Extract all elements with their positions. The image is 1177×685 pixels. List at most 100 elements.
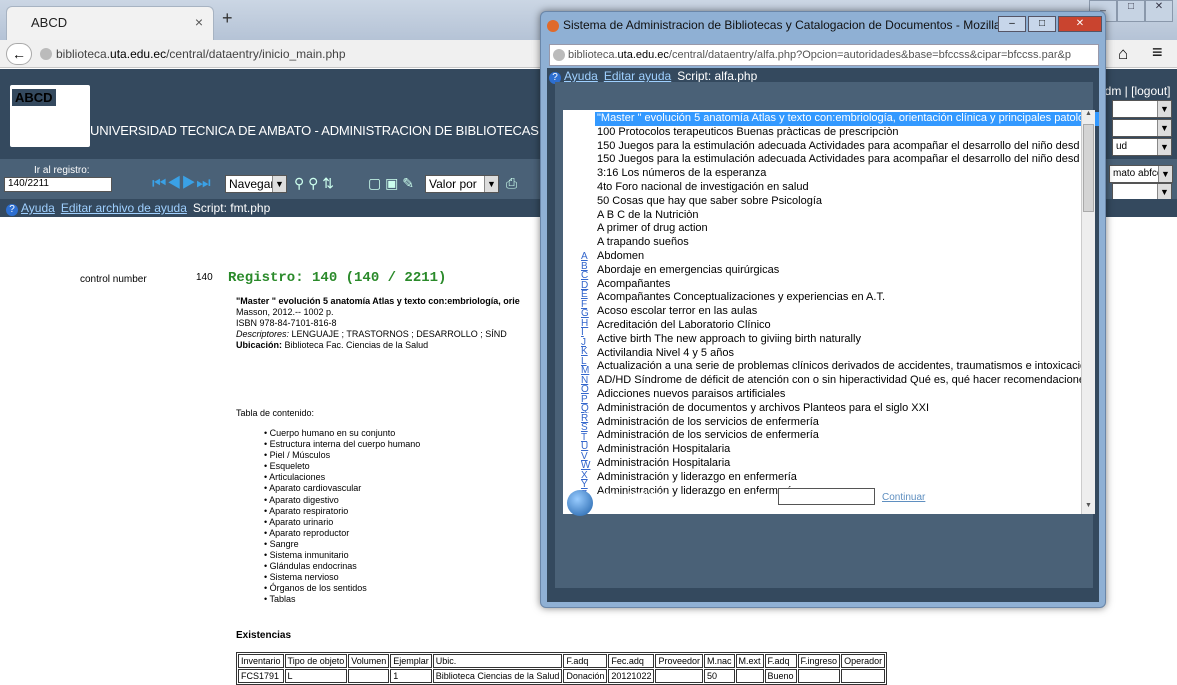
holdings-heading: Existencias xyxy=(236,630,292,641)
globe-icon xyxy=(40,48,52,60)
select-1[interactable]: ▼ xyxy=(1112,100,1172,118)
list-item[interactable]: 150 Juegos para la estimulación adecuada… xyxy=(595,153,1099,167)
browser-tab[interactable]: ABCD × xyxy=(6,6,214,40)
abcd-logo: ABCD xyxy=(10,85,90,147)
list-item[interactable]: 3:16 Los números de la esperanza xyxy=(595,167,1099,181)
list-item[interactable]: 150 Juegos para la estimulación adecuada… xyxy=(595,140,1099,154)
chevron-down-icon: ▼ xyxy=(1157,139,1171,155)
terms-listbox[interactable]: ABCDEFGHIJKLMNOPQRSTUVWXYZ "Master " evo… xyxy=(563,110,1099,514)
back-button[interactable]: ← xyxy=(6,43,32,65)
format-select[interactable]: mato abfccs ▼ xyxy=(1109,165,1173,183)
close-tab-icon[interactable]: × xyxy=(195,14,203,30)
list-item[interactable]: 100 Protocolos terapeuticos Buenas pràct… xyxy=(595,126,1099,140)
chevron-down-icon: ▼ xyxy=(272,176,286,192)
toc-item: Articulaciones xyxy=(264,472,420,483)
list-item[interactable]: Administración de los servicios de enfer… xyxy=(595,429,1099,443)
list-item[interactable]: A primer of drug action xyxy=(595,222,1099,236)
scroll-thumb[interactable] xyxy=(1083,124,1094,212)
popup-help-link[interactable]: Ayuda xyxy=(564,69,598,83)
list-item[interactable]: A B C de la Nutriciòn xyxy=(595,209,1099,223)
toc-item: Órganos de los sentidos xyxy=(264,583,420,594)
record-publisher: Masson, 2012.-- 1002 p. xyxy=(236,307,334,317)
value-by-select[interactable]: Valor por ▼ xyxy=(425,175,499,193)
column-header: F.adq xyxy=(563,654,608,668)
go-to-label: Ir a xyxy=(756,491,771,502)
holdings-table: Inventario Tipo de objeto Volumen Ejemplar U… xyxy=(236,652,888,685)
chevron-down-icon: ▼ xyxy=(484,176,498,192)
navigate-select[interactable]: Navegar p ▼ xyxy=(225,175,287,193)
select-2[interactable]: ▼ xyxy=(1112,119,1172,137)
home-icon[interactable]: ⌂ xyxy=(1118,44,1128,64)
address-bar[interactable]: biblioteca.uta.edu.ec/central/dataentry/… xyxy=(38,43,558,65)
script-name: Script: fmt.php xyxy=(192,201,271,215)
list-item[interactable]: Administración de los servicios de enfer… xyxy=(595,416,1099,430)
list-item[interactable]: 50 Cosas que hay que saber sobre Psicolo… xyxy=(595,195,1099,209)
table-cell xyxy=(735,669,764,683)
list-item[interactable]: Adicciones nuevos paraisos artificiales xyxy=(595,388,1099,402)
list-item[interactable]: Acreditación del Laboratorio Clínico xyxy=(595,319,1099,333)
maximize-button[interactable]: □ xyxy=(1117,0,1145,22)
search-tools-icons[interactable]: ⚲ ⚲ ⇅ xyxy=(294,175,334,192)
alphabet-index: ABCDEFGHIJKLMNOPQRSTUVWXYZ xyxy=(581,252,590,499)
edit-tools-icons[interactable]: ▢ ▣ ✎ xyxy=(368,175,414,192)
close-window-button[interactable]: ✕ xyxy=(1145,0,1173,22)
table-cell: Bueno xyxy=(764,669,797,683)
chevron-down-icon: ▼ xyxy=(1157,184,1171,200)
list-item[interactable]: Actualización a una serie de problemas c… xyxy=(595,360,1099,374)
goto-input[interactable]: 140/2211 xyxy=(4,177,112,192)
table-cell: 50 xyxy=(703,669,735,683)
globe-icon[interactable] xyxy=(567,490,593,516)
popup-maximize-button[interactable]: □ xyxy=(1028,16,1056,32)
record-isbn: ISBN 978-84-7101-816-8 xyxy=(236,318,337,328)
popup-address-bar[interactable]: biblioteca.uta.edu.ec/central/dataentry/… xyxy=(549,44,1099,66)
column-header: Fec.adq xyxy=(608,654,655,668)
record-navigation-icons[interactable]: ⏮ ◀ ▶ ⏭ xyxy=(152,175,211,193)
edit-help-link[interactable]: Editar archivo de ayuda xyxy=(61,201,187,215)
record-title: "Master " evolución 5 anatomía Atlas y t… xyxy=(236,296,520,306)
list-item[interactable]: Acompañantes Conceptualizaciones y exper… xyxy=(595,291,1099,305)
toc-item: Cuerpo humano en su conjunto xyxy=(264,428,420,439)
toc-item: Piel / Músculos xyxy=(264,450,420,461)
list-item[interactable]: Active birth The new approach to giviing… xyxy=(595,333,1099,347)
print-icon[interactable]: ⎙ xyxy=(506,175,517,192)
list-item[interactable]: Administración de documentos y archivos … xyxy=(595,402,1099,416)
list-item[interactable]: Administración Hospitalaria xyxy=(595,457,1099,471)
popup-edit-help-link[interactable]: Editar ayuda xyxy=(604,69,671,83)
list-item[interactable]: Administración y liderazgo en enfermería xyxy=(595,471,1099,485)
table-cell xyxy=(841,669,886,683)
terms-list[interactable]: "Master " evolución 5 anatomía Atlas y t… xyxy=(595,112,1099,498)
list-item[interactable]: Acoso escolar terror en las aulas xyxy=(595,305,1099,319)
popup-close-button[interactable]: ✕ xyxy=(1058,16,1102,32)
help-link[interactable]: Ayuda xyxy=(21,201,55,215)
list-item[interactable]: 4to Foro nacional de investigación en sa… xyxy=(595,181,1099,195)
column-header: Inventario xyxy=(238,654,284,668)
new-tab-button[interactable]: + xyxy=(222,8,233,29)
more-terms-label[interactable]: más términos xyxy=(601,490,666,501)
table-cell: FCS1791 xyxy=(238,669,284,683)
toc-item: Aparato reproductor xyxy=(264,528,420,539)
firefox-icon xyxy=(547,20,559,32)
select-3[interactable]: ud ▼ xyxy=(1112,138,1172,156)
column-header: M.ext xyxy=(735,654,764,668)
list-item[interactable]: Activilandia Nivel 4 y 5 años xyxy=(595,347,1099,361)
toc-item: Sangre xyxy=(264,539,420,550)
control-number: 140 xyxy=(196,272,213,283)
continue-link[interactable]: Continuar xyxy=(882,492,925,503)
popup-minimize-button[interactable]: – xyxy=(998,16,1026,32)
terms-scrollbar[interactable]: ▲ ▼ xyxy=(1081,110,1095,514)
column-header: Tipo de objeto xyxy=(284,654,348,668)
list-item[interactable]: "Master " evolución 5 anatomía Atlas y t… xyxy=(595,112,1099,126)
toc-label: Tabla de contenido: xyxy=(236,408,315,418)
list-item[interactable]: AD/HD Síndrome de déficit de atención co… xyxy=(595,374,1099,388)
goto-label: Ir al registro: xyxy=(34,165,90,176)
scroll-down-icon[interactable]: ▼ xyxy=(1082,502,1095,514)
list-item[interactable]: A trapando sueños xyxy=(595,236,1099,250)
list-item[interactable]: Abdomen xyxy=(595,250,1099,264)
list-item[interactable]: Administración Hospitalaria xyxy=(595,443,1099,457)
go-to-input[interactable] xyxy=(778,488,875,505)
scroll-up-icon[interactable]: ▲ xyxy=(1082,110,1095,122)
user-links[interactable]: idm | [logout] xyxy=(1102,84,1170,98)
menu-icon[interactable]: ≡ xyxy=(1152,42,1163,63)
list-item[interactable]: Acompañantes xyxy=(595,278,1099,292)
list-item[interactable]: Abordaje en emergencias quirúrgicas xyxy=(595,264,1099,278)
